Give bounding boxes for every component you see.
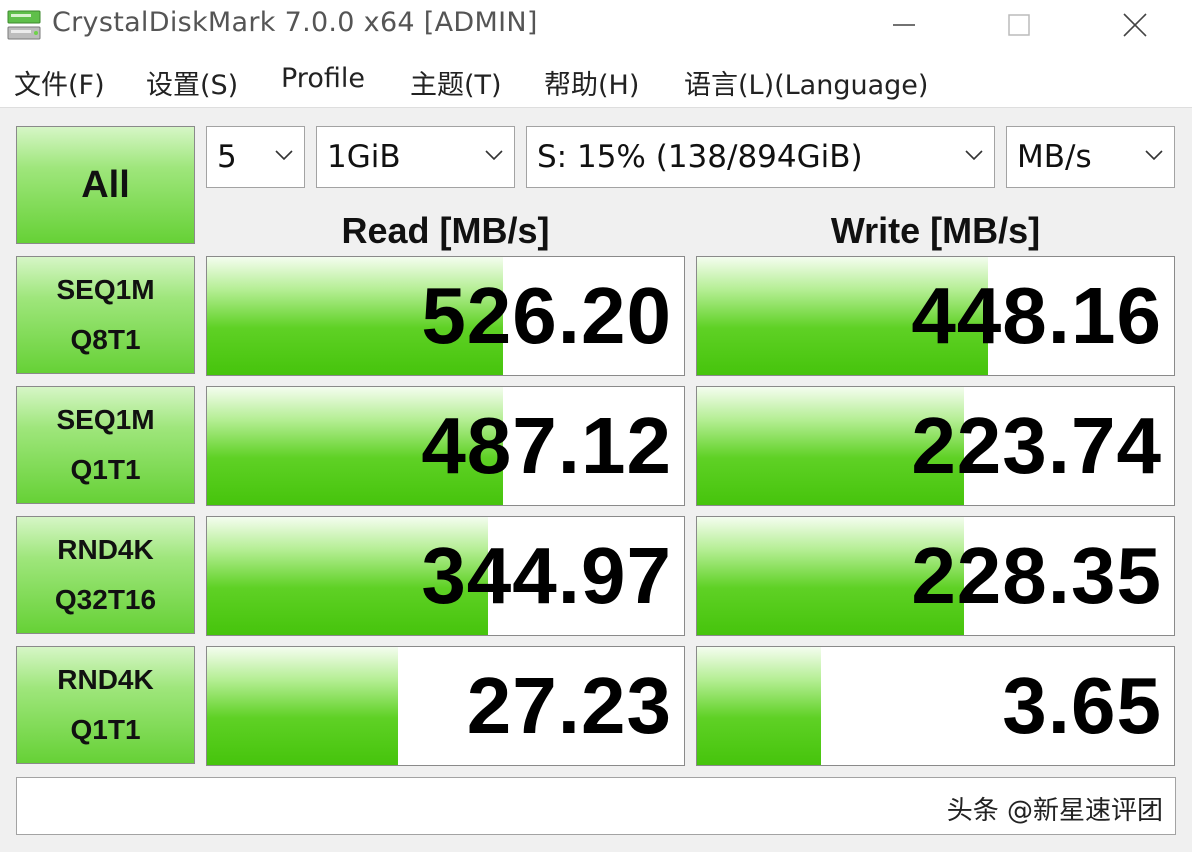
test-label-line2: Q32T16 [54,584,157,615]
run-all-label: All [81,163,130,206]
unit-value: MB/s [1017,139,1092,175]
test-label-line2: Q1T1 [70,454,141,485]
menu-profile[interactable]: Profile [281,63,365,94]
maximize-button[interactable] [960,0,1078,50]
test-button-rnd4k-q32t16[interactable]: RND4K Q32T16 [16,516,195,634]
run-all-button[interactable]: All [16,126,195,244]
unit-select[interactable]: MB/s [1006,126,1175,188]
test-label-line1: SEQ1M [56,404,155,435]
test-label-line1: SEQ1M [56,274,155,305]
window-title: CrystalDiskMark 7.0.0 x64 [ADMIN] [52,7,538,38]
chevron-down-icon [965,150,983,161]
read-value: 344.97 [421,531,672,620]
read-header: Read [MB/s] [341,210,550,251]
read-value: 487.12 [421,401,672,490]
test-label-line2: Q8T1 [70,324,141,355]
write-result-seq1m-q1t1: 223.74 [696,386,1175,506]
read-result-seq1m-q1t1: 487.12 [206,386,685,506]
read-value: 27.23 [466,661,672,750]
test-button-rnd4k-q1t1[interactable]: RND4K Q1T1 [16,646,195,764]
write-value: 223.74 [911,401,1162,490]
test-button-seq1m-q8t1[interactable]: SEQ1M Q8T1 [16,256,195,374]
close-icon [1123,13,1147,37]
comment-input[interactable]: 头条 @新星速评团 [16,777,1176,835]
title-bar[interactable]: CrystalDiskMark 7.0.0 x64 [ADMIN] [0,0,1192,50]
menu-file[interactable]: 文件(F) [14,63,105,102]
read-value: 526.20 [421,271,672,360]
main-panel: All 5 1GiB S: 15% (138/894GiB) MB/s Read… [0,109,1192,852]
menu-settings[interactable]: 设置(S) [146,63,238,102]
app-disk-icon [7,10,41,40]
menu-help[interactable]: 帮助(H) [544,63,639,102]
drive-select[interactable]: S: 15% (138/894GiB) [526,126,995,188]
minimize-button[interactable] [845,0,963,50]
menu-bar: 文件(F) 设置(S) Profile 主题(T) 帮助(H) 语言(L)(La… [0,50,1192,108]
test-label-line2: Q1T1 [70,714,141,745]
test-count-select[interactable]: 5 [206,126,305,188]
minimize-icon [893,24,915,26]
read-bar [207,647,398,765]
chevron-down-icon [275,150,293,161]
test-size-value: 1GiB [327,139,401,175]
chevron-down-icon [1145,150,1163,161]
drive-value: S: 15% (138/894GiB) [537,139,863,175]
write-header: Write [MB/s] [830,210,1041,251]
write-result-rnd4k-q32t16: 228.35 [696,516,1175,636]
test-count-value: 5 [217,139,237,175]
menu-theme[interactable]: 主题(T) [410,63,502,102]
write-value: 448.16 [911,271,1162,360]
chevron-down-icon [485,150,503,161]
test-label-line1: RND4K [57,664,154,695]
close-button[interactable] [1076,0,1192,50]
write-result-seq1m-q8t1: 448.16 [696,256,1175,376]
test-size-select[interactable]: 1GiB [316,126,515,188]
test-label-line1: RND4K [57,534,154,565]
write-value: 228.35 [911,531,1162,620]
read-result-rnd4k-q1t1: 27.23 [206,646,685,766]
read-result-rnd4k-q32t16: 344.97 [206,516,685,636]
menu-language[interactable]: 语言(L)(Language) [684,63,928,102]
write-value: 3.65 [1002,661,1162,750]
write-bar [697,647,822,765]
write-result-rnd4k-q1t1: 3.65 [696,646,1175,766]
read-result-seq1m-q8t1: 526.20 [206,256,685,376]
watermark-text: 头条 @新星速评团 [946,796,1163,826]
test-button-seq1m-q1t1[interactable]: SEQ1M Q1T1 [16,386,195,504]
maximize-icon [1008,14,1030,36]
